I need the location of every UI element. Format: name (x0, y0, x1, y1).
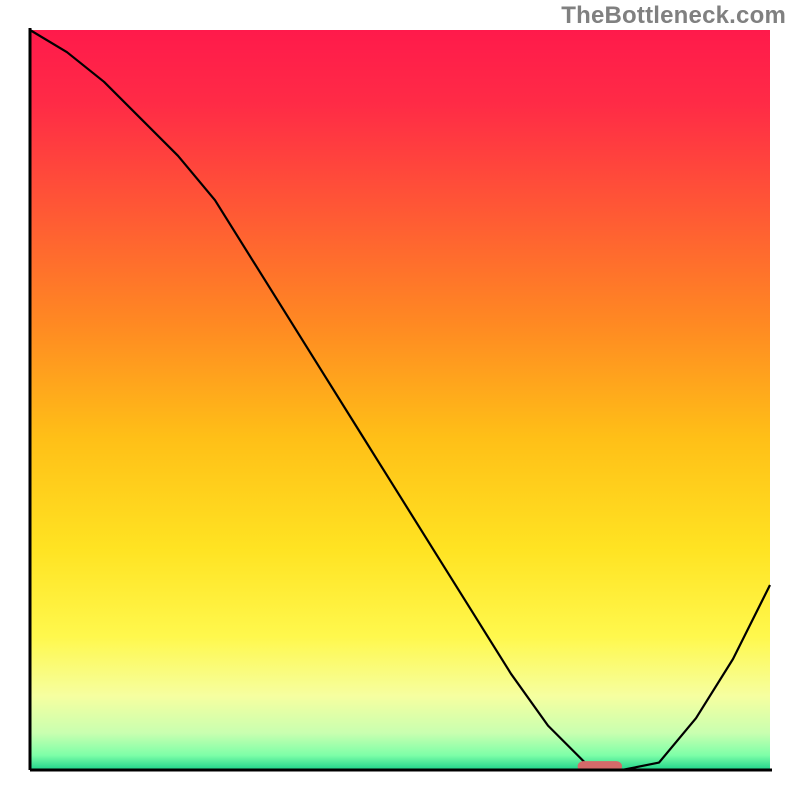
bottleneck-chart (0, 0, 800, 800)
watermark-text: TheBottleneck.com (561, 2, 786, 30)
plot-background-gradient (30, 30, 770, 770)
